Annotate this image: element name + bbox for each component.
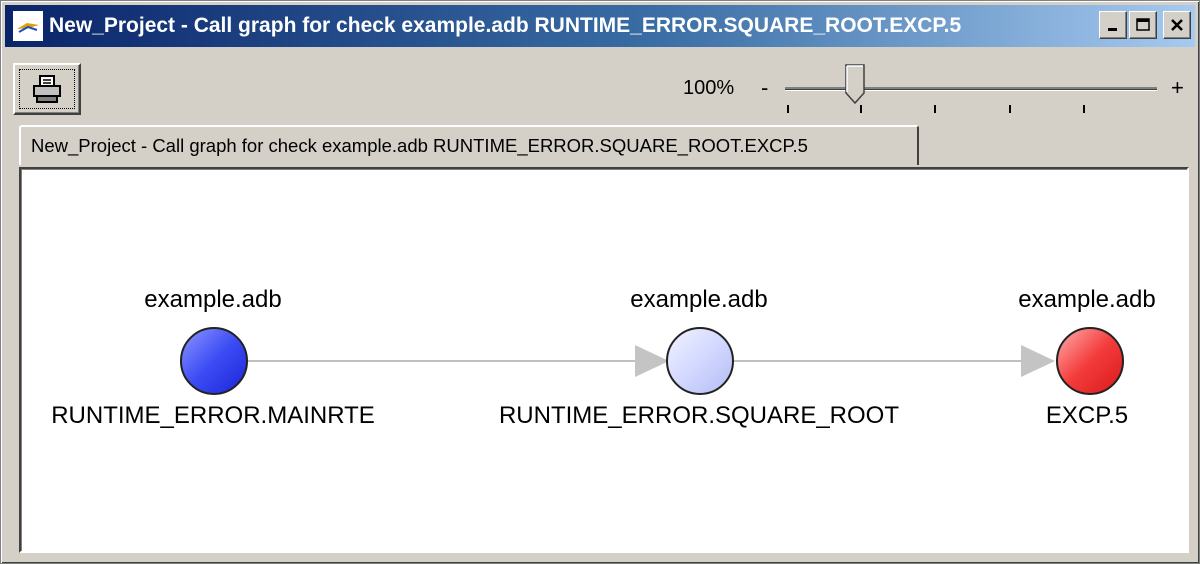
call-graph-node-mainrte[interactable] <box>180 327 248 395</box>
node-file-label: example.adb <box>144 286 281 313</box>
zoom-level-label: 100% <box>683 77 735 99</box>
call-graph-node-excp[interactable] <box>1056 327 1124 395</box>
zoom-slider-tick <box>1083 105 1085 113</box>
call-graph: example.adb RUNTIME_ERROR.MAINRTE exampl… <box>51 286 1156 429</box>
node-name-label: EXCP.5 <box>1046 402 1128 429</box>
node-file-label: example.adb <box>630 286 767 313</box>
window-controls <box>1099 11 1191 39</box>
tab-call-graph[interactable]: New_Project - Call graph for check examp… <box>19 125 919 165</box>
close-button[interactable] <box>1163 11 1191 39</box>
app-icon <box>13 11 43 41</box>
call-graph-window: New_Project - Call graph for check examp… <box>0 0 1200 564</box>
close-icon <box>1171 19 1183 31</box>
print-button[interactable] <box>13 63 81 115</box>
minimize-icon <box>1108 28 1117 31</box>
call-graph-node-square-root[interactable] <box>666 327 734 395</box>
node-name-label: RUNTIME_ERROR.MAINRTE <box>51 402 375 429</box>
node-file-label: example.adb <box>1018 286 1155 313</box>
maximize-icon <box>1136 18 1150 31</box>
call-edge-arrowhead <box>635 345 669 377</box>
maximize-button[interactable] <box>1129 11 1157 39</box>
minimize-button[interactable] <box>1099 11 1127 39</box>
zoom-slider-tick <box>787 105 789 113</box>
zoom-slider-thumb[interactable] <box>844 63 868 107</box>
node-name-label: RUNTIME_ERROR.SQUARE_ROOT <box>499 402 899 429</box>
printer-icon <box>33 75 61 103</box>
title-bar[interactable]: New_Project - Call graph for check examp… <box>5 5 1195 47</box>
zoom-slider-track[interactable] <box>785 87 1157 91</box>
zoom-out-label: - <box>761 75 769 100</box>
zoom-slider-tick <box>1009 105 1011 113</box>
zoom-slider-tick <box>934 105 936 113</box>
call-graph-canvas: example.adb RUNTIME_ERROR.MAINRTE exampl… <box>19 167 1189 553</box>
call-edge-arrowhead <box>1021 345 1055 377</box>
print-button-focus <box>19 69 75 109</box>
window-title: New_Project - Call graph for check examp… <box>49 14 962 37</box>
zoom-in-label: + <box>1171 75 1184 100</box>
